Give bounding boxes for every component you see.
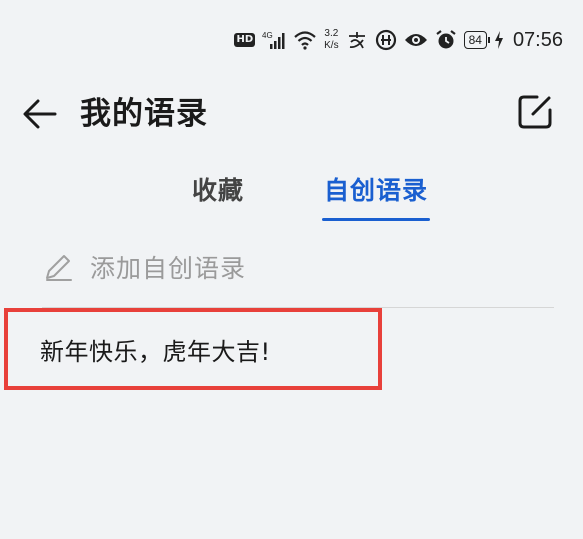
signal-type-label: 4G: [262, 31, 273, 40]
wifi-icon: [293, 30, 317, 50]
add-quote-label: 添加自创语录: [90, 254, 247, 283]
hd-label: HD: [234, 33, 256, 47]
quote-text: 新年快乐，虎年大吉!: [40, 337, 271, 366]
tab-favorites[interactable]: 收藏: [192, 170, 244, 212]
edit-button[interactable]: [515, 92, 555, 132]
tab-bar: 收藏 自创语录: [0, 170, 583, 226]
network-speed: 3.2 K/s: [324, 28, 338, 52]
pencil-icon: [46, 255, 72, 281]
app-header: 我的语录: [0, 84, 583, 144]
net-speed-unit: K/s: [324, 40, 339, 51]
back-button[interactable]: [20, 94, 60, 134]
payment-app-icon: [346, 30, 368, 50]
active-tab-indicator: [322, 218, 430, 221]
net-speed-value: 3.2: [324, 28, 339, 39]
status-bar: HD 4G 3.2 K/s 84 07:56: [234, 22, 563, 58]
status-time: 07:56: [512, 28, 563, 51]
app-screen: HD 4G 3.2 K/s 84 07:56 我的语录 收藏 自创语录 添加自创…: [0, 0, 583, 539]
edit-square-icon: [518, 95, 552, 129]
list-item[interactable]: 新年快乐，虎年大吉!: [4, 308, 382, 390]
battery-indicator: 84: [463, 31, 491, 49]
add-quote-button[interactable]: 添加自创语录: [42, 245, 246, 289]
tab-own-quotes[interactable]: 自创语录: [324, 170, 428, 212]
battery-level: 84: [468, 33, 482, 47]
cellular-signal-icon: 4G: [262, 30, 286, 50]
eye-comfort-icon: [404, 31, 428, 49]
page-title: 我的语录: [80, 96, 208, 132]
charging-icon: [494, 30, 504, 50]
hd-icon: HD: [234, 33, 256, 47]
data-saver-icon: [375, 29, 397, 51]
alarm-icon: [435, 29, 457, 51]
arrow-left-icon: [23, 99, 57, 129]
